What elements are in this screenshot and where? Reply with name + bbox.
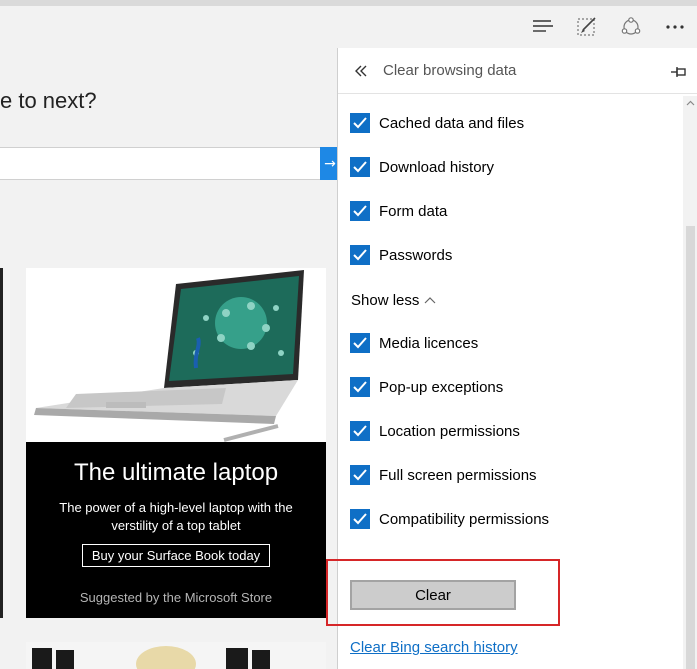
web-note-icon [577, 17, 596, 36]
checkbox-checked-icon[interactable] [350, 509, 370, 529]
checkbox-checked-icon[interactable] [350, 113, 370, 133]
clear-button[interactable]: Clear [350, 580, 516, 610]
show-less-toggle[interactable]: Show less [351, 290, 436, 310]
pin-button[interactable] [668, 62, 688, 82]
checkbox-checked-icon[interactable] [350, 245, 370, 265]
option-media-licences[interactable]: Media licences [350, 332, 478, 354]
option-label: Download history [379, 158, 495, 176]
option-cached-data[interactable]: Cached data and files [350, 112, 524, 134]
option-label: Media licences [379, 334, 479, 352]
news-tile-edge[interactable] [0, 268, 3, 618]
option-label: Form data [379, 202, 448, 220]
checkbox-checked-icon[interactable] [350, 201, 370, 221]
option-compatibility-permissions[interactable]: Compatibility permissions [350, 508, 549, 530]
checkbox-checked-icon[interactable] [350, 421, 370, 441]
page-search-input[interactable] [0, 147, 322, 180]
browser-toolbar [0, 6, 697, 48]
double-chevron-left-icon [355, 65, 367, 77]
scroll-thumb[interactable] [686, 226, 695, 669]
option-form-data[interactable]: Form data [350, 200, 447, 222]
hub-button[interactable] [528, 12, 558, 42]
option-full-screen-permissions[interactable]: Full screen permissions [350, 464, 537, 486]
panel-title: Clear browsing data [383, 62, 517, 79]
page-heading: e to next? [0, 88, 97, 113]
option-label: Cached data and files [379, 114, 525, 132]
arrow-right-icon: → [324, 155, 336, 172]
option-location-permissions[interactable]: Location permissions [350, 420, 520, 442]
checkbox-checked-icon[interactable] [350, 157, 370, 177]
checkbox-checked-icon[interactable] [350, 333, 370, 353]
card-description: The power of a high-level laptop with th… [59, 500, 293, 533]
option-label: Full screen permissions [379, 466, 537, 484]
checkbox-checked-icon[interactable] [350, 377, 370, 397]
show-less-label: Show less [351, 291, 420, 309]
option-label: Location permissions [379, 422, 520, 440]
back-button[interactable] [352, 61, 372, 81]
chevron-up-icon [424, 297, 436, 304]
share-icon [621, 17, 641, 35]
option-passwords[interactable]: Passwords [350, 244, 452, 266]
web-note-button[interactable] [572, 12, 602, 42]
panel-scrollbar[interactable] [683, 96, 697, 669]
next-card[interactable] [26, 642, 326, 669]
option-label: Pop-up exceptions [379, 378, 504, 396]
more-button[interactable] [660, 12, 690, 42]
option-label: Compatibility permissions [379, 510, 550, 528]
card-body: The ultimate laptop The power of a high-… [26, 442, 326, 618]
hub-icon [533, 20, 553, 32]
scroll-up-button[interactable] [683, 96, 697, 110]
clear-bing-history-link[interactable]: Clear Bing search history [350, 639, 518, 656]
share-button[interactable] [616, 12, 646, 42]
checkbox-checked-icon[interactable] [350, 465, 370, 485]
option-popup-exceptions[interactable]: Pop-up exceptions [350, 376, 503, 398]
chevron-up-icon [686, 100, 695, 106]
card-title: The ultimate laptop [73, 459, 279, 486]
laptop-image [26, 268, 326, 442]
card-attribution: Suggested by the Microsoft Store [79, 590, 273, 605]
pin-icon [671, 67, 686, 77]
panel-header: Clear browsing data [338, 48, 697, 94]
surface-book-card[interactable]: The ultimate laptop The power of a high-… [26, 268, 326, 618]
option-label: Passwords [379, 246, 453, 264]
more-icon [666, 25, 684, 29]
buy-surface-book-button[interactable]: Buy your Surface Book today [82, 544, 270, 567]
option-download-history[interactable]: Download history [350, 156, 494, 178]
